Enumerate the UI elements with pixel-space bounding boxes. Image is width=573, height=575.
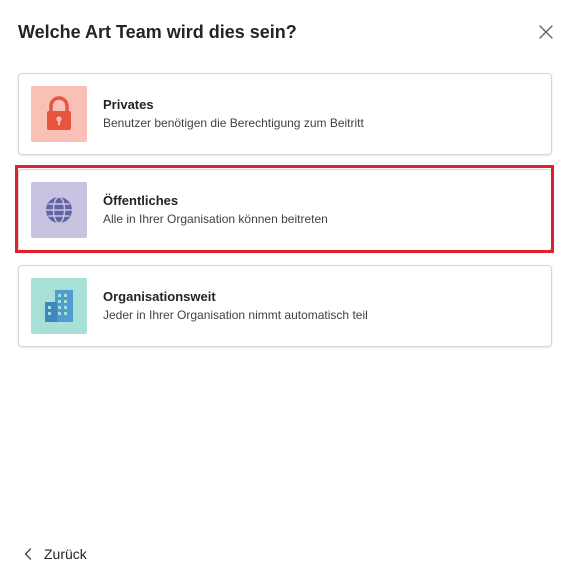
option-title: Privates	[103, 97, 154, 112]
chevron-left-icon	[24, 548, 32, 560]
option-public-text: Öffentliches Alle in Ihrer Organisation …	[103, 192, 328, 228]
back-label: Zurück	[44, 546, 87, 562]
option-private[interactable]: Privates Benutzer benötigen die Berechti…	[18, 73, 552, 155]
option-org-wide[interactable]: Organisationsweit Jeder in Ihrer Organis…	[18, 265, 552, 347]
option-title: Organisationsweit	[103, 289, 216, 304]
option-description: Benutzer benötigen die Berechtigung zum …	[103, 116, 364, 130]
option-org-wide-text: Organisationsweit Jeder in Ihrer Organis…	[103, 288, 368, 324]
back-button[interactable]: Zurück	[24, 544, 87, 564]
close-icon	[539, 25, 553, 39]
org-icon-tile	[31, 278, 87, 334]
option-title: Öffentliches	[103, 193, 179, 208]
option-public[interactable]: Öffentliches Alle in Ihrer Organisation …	[18, 169, 552, 251]
close-button[interactable]	[534, 20, 558, 44]
building-icon	[45, 290, 73, 322]
dialog-title: Welche Art Team wird dies sein?	[18, 22, 297, 42]
option-description: Jeder in Ihrer Organisation nimmt automa…	[103, 308, 368, 322]
option-description: Alle in Ihrer Organisation können beitre…	[103, 212, 328, 226]
team-type-dialog: Welche Art Team wird dies sein? Privates…	[0, 0, 573, 575]
option-private-text: Privates Benutzer benötigen die Berechti…	[103, 96, 364, 132]
private-icon-tile	[31, 86, 87, 142]
public-icon-tile	[31, 182, 87, 238]
lock-icon	[47, 96, 71, 130]
globe-icon	[46, 196, 72, 224]
